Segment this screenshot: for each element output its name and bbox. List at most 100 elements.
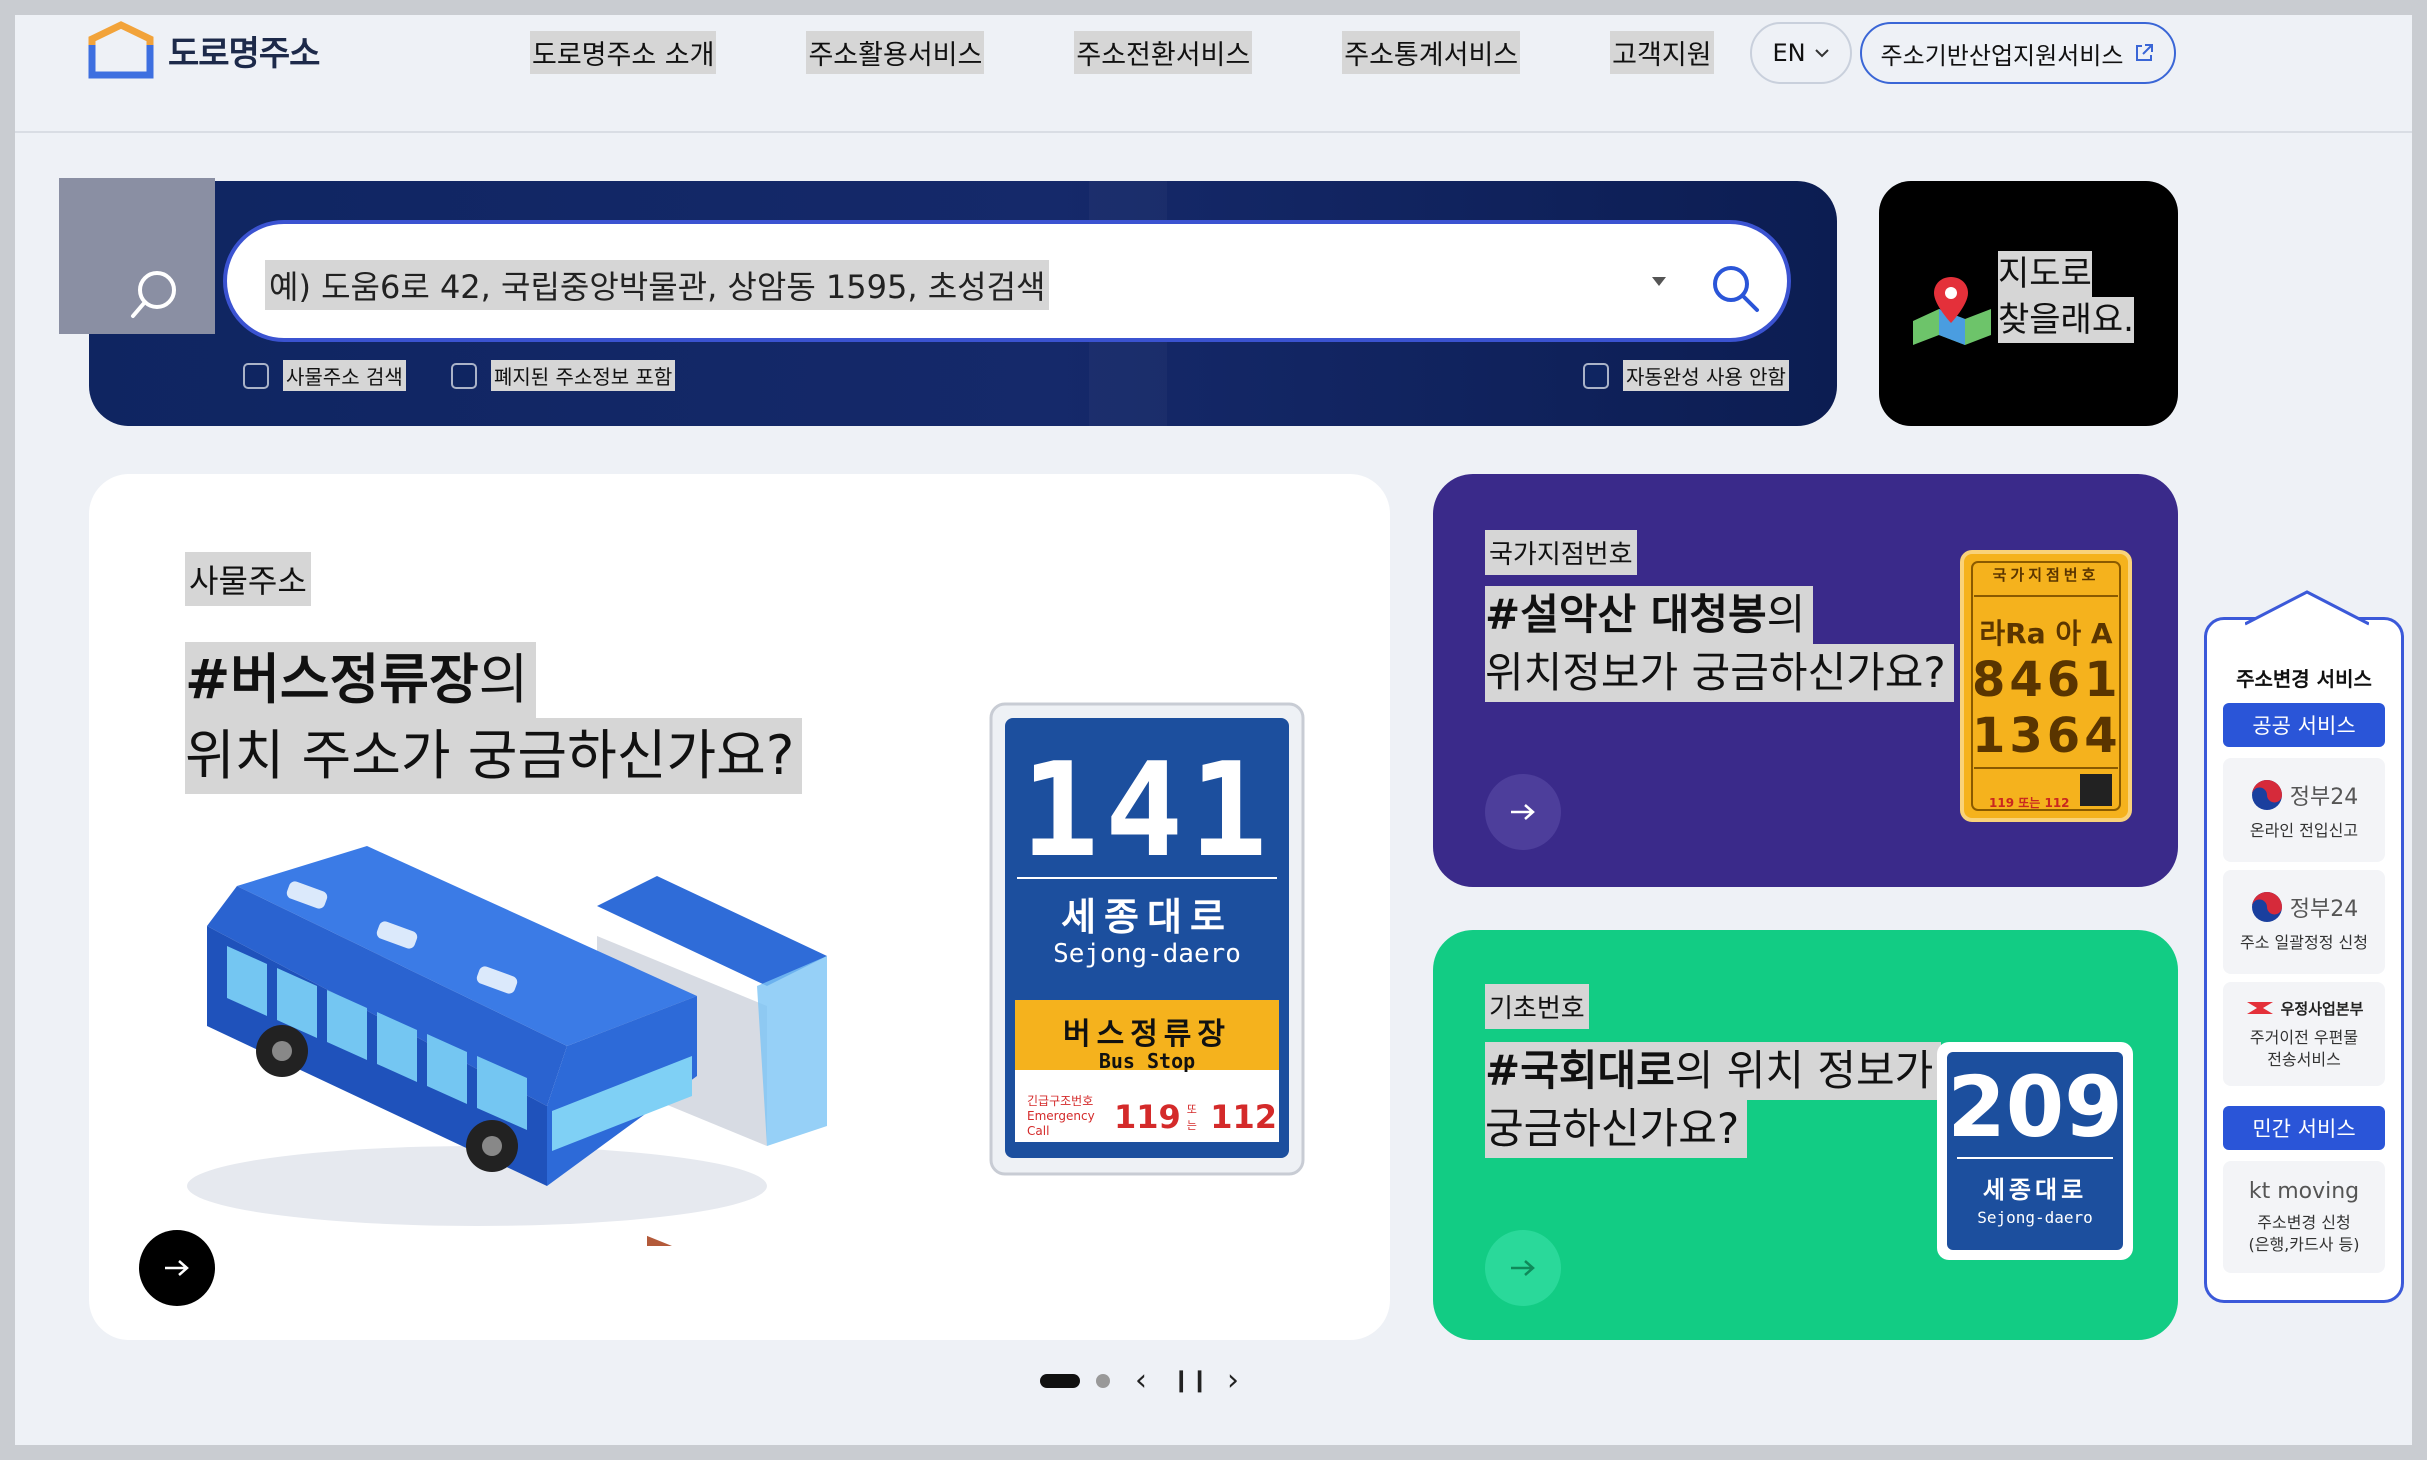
- taegeuk-icon: [2251, 780, 2282, 810]
- nav-item-usage[interactable]: 주소활용서비스: [806, 31, 985, 74]
- bn-sign-road-en: Sejong-daero: [1977, 1208, 2093, 1227]
- biz-support-link[interactable]: 주소기반산업지원서비스: [1860, 22, 2176, 84]
- pager-dot[interactable]: [1096, 1373, 1110, 1388]
- headline-line2: 궁금하신가요?: [1485, 1100, 1748, 1158]
- map-pin-icon: [1913, 277, 1991, 345]
- pause-button[interactable]: ❙❙: [1172, 1368, 1209, 1393]
- base-number-arrow-button[interactable]: [1485, 1230, 1561, 1306]
- private-service-button[interactable]: 민간 서비스: [2223, 1106, 2385, 1150]
- address-search-icon-tile: [59, 178, 215, 334]
- map-card-line2: 찾을래요.: [1998, 297, 2134, 343]
- checkbox-box[interactable]: [243, 362, 269, 389]
- sign-stop-ko: 버스정류장: [1063, 1017, 1231, 1052]
- card-headline: #국회대로의 위치 정보가 궁금하신가요?: [1485, 1042, 1942, 1158]
- bn-sign-road-ko: 세종대로: [1982, 1176, 2088, 1204]
- np-sign-line3: 1364: [1972, 708, 2122, 764]
- nav-item-intro[interactable]: 도로명주소 소개: [530, 31, 717, 74]
- bus-illustration: [187, 846, 827, 1246]
- sign-road-ko: 세종대로: [1061, 895, 1233, 939]
- arrow-right-icon: [1511, 1260, 1535, 1276]
- checkbox-box[interactable]: [1583, 362, 1609, 389]
- card-tag: 기초번호: [1485, 984, 1589, 1029]
- gov24-logo: 정부24: [2250, 890, 2358, 924]
- card-headline: #설악산 대청봉의 위치정보가 궁금하신가요?: [1485, 586, 1954, 702]
- search-history-dropdown-icon[interactable]: [1652, 277, 1666, 286]
- checkbox-box[interactable]: [451, 362, 477, 389]
- map-card-text: 지도로 찾을래요.: [1998, 251, 2134, 343]
- headline-rest: 의: [1766, 590, 1806, 639]
- service-logo-text: 우정사업본부: [2280, 999, 2364, 1018]
- headline-bold: #설악산 대청봉: [1485, 590, 1767, 639]
- arrow-right-icon: [165, 1260, 189, 1276]
- biz-support-label: 주소기반산업지원서비스: [1880, 41, 2124, 70]
- object-address-arrow-button[interactable]: [139, 1230, 215, 1306]
- public-service-button[interactable]: 공공 서비스: [2223, 703, 2385, 747]
- card-tag: 사물주소: [185, 552, 311, 606]
- nav-item-convert[interactable]: 주소전환서비스: [1074, 31, 1253, 74]
- checkbox-label: 자동완성 사용 안함: [1623, 360, 1789, 391]
- service-bulk-address-fix[interactable]: 정부24 주소 일괄정정 신청: [2223, 870, 2385, 974]
- service-logo-text: 정부24: [2289, 785, 2359, 810]
- sign-emergency-num1: 119: [1113, 1097, 1181, 1136]
- house-logo-icon: [88, 21, 154, 79]
- service-desc: 주거이전 우편물 전송서비스: [2249, 1027, 2359, 1069]
- service-desc: 주소변경 신청 (은행,카드사 등): [2248, 1212, 2360, 1254]
- checkbox-label: 폐지된 주소정보 포함: [491, 360, 676, 391]
- magnifier-icon: [131, 271, 176, 318]
- sign-emergency-or: 또는: [1186, 1102, 1197, 1132]
- abolished-address-checkbox[interactable]: 폐지된 주소정보 포함: [451, 360, 676, 391]
- service-logo-text: kt moving: [2248, 1178, 2360, 1204]
- headline-rest: 의: [478, 648, 529, 711]
- main-nav: 도로명주소 소개 주소활용서비스 주소전환서비스 주소통계서비스 고객지원: [530, 31, 1714, 74]
- headline-line2: 위치 주소가 궁금하신가요?: [185, 718, 803, 794]
- language-label: EN: [1772, 39, 1806, 67]
- external-link-icon: [2136, 44, 2154, 61]
- language-select[interactable]: EN: [1750, 22, 1852, 84]
- service-online-move-in[interactable]: 정부24 온라인 전입신고: [2223, 758, 2385, 862]
- panel-top-chevron: [2245, 590, 2369, 626]
- national-point-card[interactable]: 국가지점번호 #설악산 대청봉의 위치정보가 궁금하신가요? 국가지점번호 라R…: [1433, 474, 2178, 887]
- national-point-arrow-button[interactable]: [1485, 774, 1561, 850]
- site-logo[interactable]: 도로명주소: [88, 21, 320, 79]
- carousel-pager: ‹ ❙❙ ›: [1040, 1363, 1248, 1398]
- np-sign-line2: 8461: [1972, 652, 2122, 708]
- card-tag: 국가지점번호: [1485, 530, 1637, 575]
- kt-moving-logo: kt moving: [2249, 1179, 2359, 1204]
- gov24-logo: 정부24: [2250, 778, 2358, 812]
- search-placeholder: 예) 도움6로 42, 국립중앙박물관, 상암동 1595, 초성검색: [265, 260, 1050, 310]
- nav-item-stats[interactable]: 주소통계서비스: [1342, 31, 1521, 74]
- object-address-checkbox[interactable]: 사물주소 검색: [243, 360, 406, 391]
- sign-stop-en: Bus Stop: [1098, 1049, 1196, 1073]
- service-desc: 온라인 전입신고: [2249, 821, 2359, 840]
- pager-dot-active[interactable]: [1040, 1373, 1080, 1388]
- nav-item-support[interactable]: 고객지원: [1610, 31, 1714, 74]
- search-icon: [1713, 266, 1759, 312]
- base-number-card[interactable]: 기초번호 #국회대로의 위치 정보가 궁금하신가요? 209 세종대로 Sejo…: [1433, 930, 2178, 1340]
- site-header: 도로명주소 도로명주소 소개 주소활용서비스 주소전환서비스 주소통계서비스 고…: [15, 15, 2412, 133]
- headline-rest: 의 위치 정보가: [1674, 1046, 1934, 1095]
- object-address-card[interactable]: 사물주소 #버스정류장의 위치 주소가 궁금하신가요? 141 세종대로 Sej…: [89, 474, 1390, 1340]
- headline-bold: #버스정류장: [185, 648, 479, 711]
- service-kt-moving[interactable]: kt moving 주소변경 신청 (은행,카드사 등): [2223, 1161, 2385, 1273]
- postal-icon: [2246, 1002, 2273, 1014]
- search-button[interactable]: [1707, 260, 1763, 316]
- taegeuk-icon: [2251, 892, 2282, 922]
- service-logo-text: 정부24: [2289, 897, 2359, 922]
- service-desc: 주소 일괄정정 신청: [2240, 933, 2368, 952]
- arrow-right-icon: [1511, 804, 1535, 820]
- address-change-side-panel: 주소변경 서비스 공공 서비스 정부24 온라인 전입신고 정부24 주소 일괄…: [2204, 590, 2404, 1303]
- np-sign-title: 국가지점번호: [1992, 566, 2100, 584]
- sign-emergency-num2: 112: [1210, 1097, 1277, 1136]
- next-slide-button[interactable]: ›: [1218, 1363, 1248, 1398]
- sign-number: 141: [1020, 734, 1274, 886]
- prev-slide-button[interactable]: ‹: [1126, 1363, 1156, 1398]
- sign-emergency: 긴급구조번호 Emergency Call 119 또는 112: [1027, 1094, 1277, 1139]
- autocomplete-off-checkbox[interactable]: 자동완성 사용 안함: [1583, 360, 1789, 391]
- service-mail-forwarding[interactable]: 우정사업본부 주거이전 우편물 전송서비스: [2223, 982, 2385, 1086]
- map-card-line1: 지도로: [1998, 251, 2092, 297]
- headline-line2: 위치정보가 궁금하신가요?: [1485, 644, 1954, 702]
- np-sign-foot: 119 또는 112: [1989, 796, 2070, 810]
- side-panel-title: 주소변경 서비스: [2236, 667, 2372, 691]
- page: 도로명주소 도로명주소 소개 주소활용서비스 주소전환서비스 주소통계서비스 고…: [15, 15, 2412, 1445]
- map-search-card[interactable]: 지도로 찾을래요.: [1879, 181, 2178, 426]
